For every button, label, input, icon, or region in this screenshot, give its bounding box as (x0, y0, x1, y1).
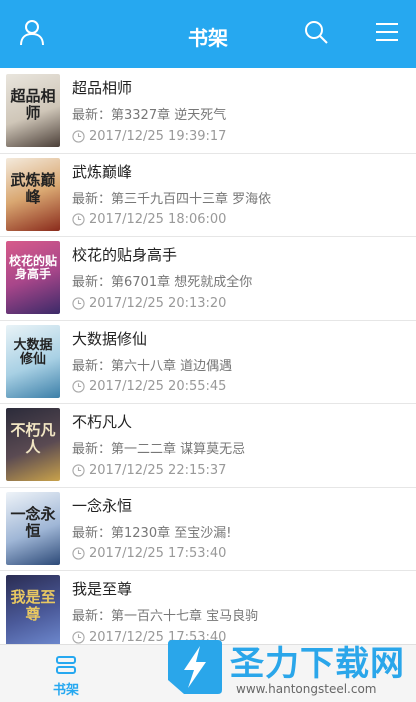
bookshelf-icon (56, 656, 76, 674)
search-icon[interactable] (302, 18, 330, 46)
cover-title: 我是至尊 (10, 588, 56, 623)
clock-icon (72, 630, 85, 644)
cover-title: 大数据修仙 (13, 337, 53, 367)
clock-icon (72, 213, 85, 226)
update-time: 2017/12/25 22:15:37 (89, 462, 227, 478)
latest-chapter: 最新：第三千九百四十三章 罗海依 (72, 191, 272, 207)
clock-icon (72, 129, 85, 143)
page-title: 书架 (188, 26, 228, 50)
book-cover: 我是至尊 (6, 575, 60, 644)
book-title: 超品相师 (72, 79, 133, 97)
book-cover: 大数据修仙 (6, 324, 60, 398)
latest-chapter: 最新：第六十八章 道边偶遇 (72, 358, 233, 374)
book-item[interactable]: 大数据修仙 大数据修仙 最新：第六十八章 道边偶遇 2017/12/25 20:… (0, 321, 416, 404)
update-time: 2017/12/25 19:39:17 (89, 128, 227, 144)
bookshelf-list: 超品相师 超品相师 最新：第3327章 逆天死气 2017/12/25 19:3… (0, 70, 416, 644)
book-item[interactable]: 超品相师 超品相师 最新：第3327章 逆天死气 2017/12/25 19:3… (0, 70, 416, 154)
book-cover: 超品相师 (6, 74, 60, 147)
update-time: 2017/12/25 18:06:00 (89, 212, 227, 227)
book-title: 一念永恒 (72, 496, 133, 515)
book-title: 大数据修仙 (72, 329, 148, 348)
update-time-row: 2017/12/25 17:53:40 (72, 545, 226, 563)
book-item[interactable]: 一念永恒 一念永恒 最新：第1230章 至宝沙漏! 2017/12/25 17:… (0, 488, 416, 571)
cover-title: 校花的贴身高手 (8, 254, 57, 281)
update-time: 2017/12/25 20:13:20 (89, 295, 227, 311)
book-title: 武炼巅峰 (72, 162, 133, 181)
clock-icon (72, 296, 85, 310)
tab-bookshelf-label: 书架 (52, 683, 79, 698)
menu-icon[interactable] (373, 18, 401, 46)
book-cover: 校花的贴身高手 (6, 241, 60, 314)
book-title: 我是至尊 (72, 580, 133, 598)
book-item[interactable]: 不朽凡人 不朽凡人 最新：第一二二章 谋算莫无忌 2017/12/25 22:1… (0, 404, 416, 488)
update-time-row: 2017/12/25 20:55:45 (72, 378, 226, 396)
book-item[interactable]: 武炼巅峰 武炼巅峰 最新：第三千九百四十三章 罗海依 2017/12/25 18… (0, 154, 416, 237)
clock-icon (72, 380, 85, 393)
latest-chapter: 最新：第6701章 想死就成全你 (72, 275, 253, 290)
update-time-row: 2017/12/25 18:06:00 (72, 211, 226, 229)
update-time-row: 2017/12/25 20:13:20 (72, 294, 226, 312)
book-item[interactable]: 校花的贴身高手 校花的贴身高手 最新：第6701章 想死就成全你 2017/12… (0, 237, 416, 321)
latest-chapter: 最新：第一二二章 谋算莫无忌 (72, 442, 246, 457)
update-time: 2017/12/25 20:55:45 (89, 379, 227, 394)
top-app-bar: 书架 (0, 0, 416, 68)
update-time-row: 2017/12/25 19:39:17 (72, 127, 226, 145)
book-title: 校花的贴身高手 (72, 246, 178, 264)
clock-icon (72, 547, 85, 560)
clock-icon (72, 463, 85, 477)
latest-chapter: 最新：第一百六十七章 宝马良驹 (72, 609, 259, 624)
latest-chapter: 最新：第3327章 逆天死气 (72, 108, 227, 123)
book-title: 不朽凡人 (72, 413, 133, 431)
latest-chapter: 最新：第1230章 至宝沙漏! (72, 525, 232, 541)
lightning-logo-icon (168, 640, 222, 694)
tab-bookshelf[interactable]: 书架 (40, 651, 92, 699)
book-cover: 武炼巅峰 (6, 157, 60, 231)
cover-title: 一念永恒 (10, 504, 56, 540)
book-cover: 一念永恒 (6, 491, 60, 565)
watermark-url: www.hantongsteel.com (236, 682, 377, 696)
cover-title: 超品相师 (10, 87, 56, 122)
book-cover: 不朽凡人 (6, 408, 60, 481)
watermark: 圣力下载网 www.hantongsteel.com (158, 632, 416, 702)
watermark-text: 圣力下载网 (230, 644, 405, 684)
update-time: 2017/12/25 17:53:40 (89, 546, 227, 561)
cover-title: 武炼巅峰 (10, 170, 56, 206)
cover-title: 不朽凡人 (10, 421, 56, 456)
update-time-row: 2017/12/25 22:15:37 (72, 461, 226, 479)
